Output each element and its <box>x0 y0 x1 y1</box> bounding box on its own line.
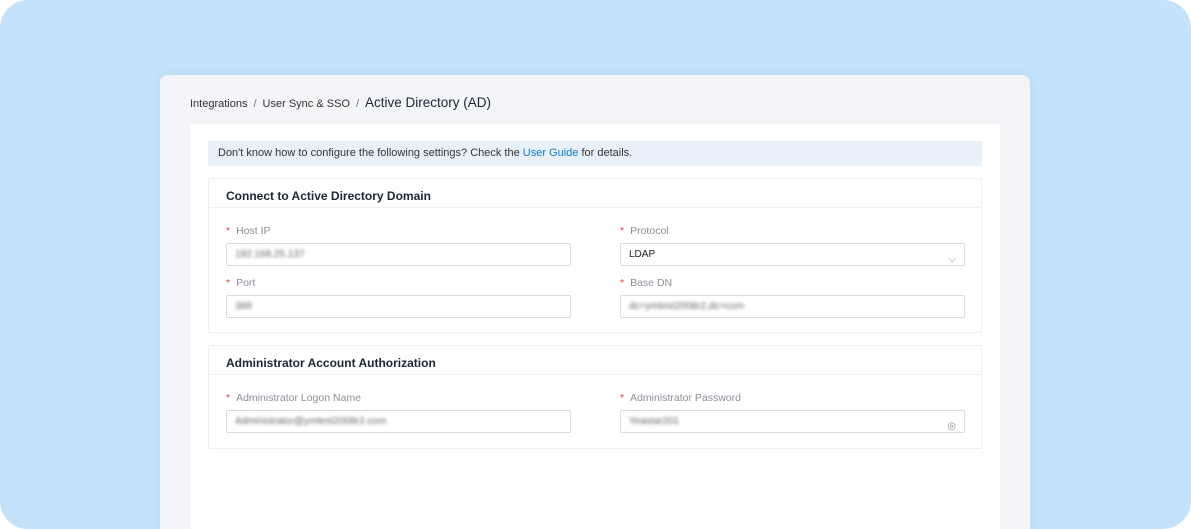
base-dn-label: * Base DN <box>620 277 673 289</box>
help-notice: Don't know how to configure the followin… <box>208 141 982 166</box>
notice-text: Don't know how to configure the followin… <box>218 147 523 159</box>
required-mark: * <box>226 225 231 237</box>
host-ip-label: * Host IP <box>226 225 271 237</box>
protocol-select[interactable]: LDAP ⌵ <box>620 243 965 266</box>
section-title: Administrator Account Authorization <box>209 346 981 375</box>
eye-icon[interactable]: ◎ <box>947 416 956 437</box>
port-input[interactable]: 389 <box>226 295 571 318</box>
protocol-label: * Protocol <box>620 225 669 237</box>
breadcrumb-separator: / <box>355 98 360 110</box>
connect-section: Connect to Active Directory Domain * Host… <box>208 178 982 333</box>
settings-card: Don't know how to configure the followin… <box>190 124 1000 529</box>
chevron-down-icon: ⌵ <box>948 254 956 265</box>
background: Integrations / User Sync & SSO / Active Di… <box>0 0 1191 529</box>
required-mark: * <box>620 225 625 237</box>
password-input[interactable]: Yeastar201 ◎ <box>620 410 965 433</box>
host-ip-input[interactable]: 192.168.25.137 <box>226 243 571 266</box>
breadcrumb-integrations[interactable]: Integrations <box>190 98 247 110</box>
base-dn-input[interactable]: dc=ymtest2008r2,dc=com <box>620 295 965 318</box>
logon-name-label: * Administrator Logon Name <box>226 392 361 404</box>
user-guide-link[interactable]: User Guide <box>523 147 579 159</box>
breadcrumb: Integrations / User Sync & SSO / Active Di… <box>190 95 491 110</box>
notice-text-end: for details. <box>578 147 633 159</box>
page-title: Active Directory (AD) <box>365 95 492 110</box>
port-label: * Port <box>226 277 256 289</box>
required-mark: * <box>226 277 231 289</box>
required-mark: * <box>226 392 231 404</box>
section-title: Connect to Active Directory Domain <box>209 179 981 208</box>
required-mark: * <box>620 277 625 289</box>
breadcrumb-user-sync[interactable]: User Sync & SSO <box>263 98 350 110</box>
logon-name-input[interactable]: Administrator@ymtest2008r2.com <box>226 410 571 433</box>
breadcrumb-separator: / <box>253 98 257 110</box>
password-label: * Administrator Password <box>620 392 741 404</box>
admin-section: Administrator Account Authorization * Adm… <box>208 345 982 449</box>
required-mark: * <box>620 392 625 404</box>
app-window: Integrations / User Sync & SSO / Active Di… <box>160 75 1030 529</box>
